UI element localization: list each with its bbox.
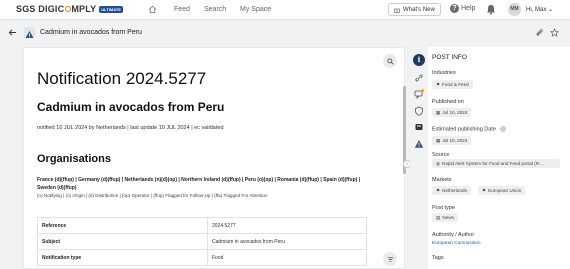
nav-search[interactable]: Search <box>204 6 226 13</box>
whats-new-label: What's New <box>403 6 435 13</box>
estimated-label: Estimated publishing Date <box>432 126 506 132</box>
help-icon: ? <box>450 4 459 13</box>
industry-chip-label: Food & Feed <box>442 82 469 87</box>
news-icon: ▤ <box>436 214 441 220</box>
estimated-date-chip: ▦ Jul 10, 2024 <box>432 136 472 145</box>
notified-line: notified 10 JUL 2024 by Netherlands | la… <box>37 125 224 131</box>
source-chip[interactable]: ◍ Rapid Alert System for Food and Feed po… <box>432 159 560 168</box>
flag-icon: ⚑ <box>436 187 441 193</box>
post-type-chip: ▤ News <box>432 213 458 222</box>
organisations-legend: (n) Notifying | (o) Origin | (d) Distrib… <box>37 193 268 198</box>
published-label: Published on <box>432 99 464 105</box>
link-icon[interactable] <box>414 73 424 83</box>
alert-type-icon <box>24 27 35 38</box>
logo-o-icon <box>64 6 71 12</box>
calendar-icon: ▦ <box>436 137 441 143</box>
tags-label: Tags <box>432 255 444 261</box>
sgs-digicomply-logo[interactable]: SGS DIGIC MPLY ULTIMATE <box>16 4 123 14</box>
table-key: Notification type <box>37 249 208 266</box>
logo-suffix: MPLY <box>71 4 97 14</box>
table-key: Reference <box>37 217 208 234</box>
back-arrow-icon[interactable] <box>8 28 17 37</box>
bell-icon[interactable] <box>486 4 496 15</box>
market-chip-label: European Union <box>488 188 522 193</box>
authority-label: Authority / Author <box>432 232 475 238</box>
nav-my-space[interactable]: My Space <box>240 6 271 13</box>
paperclip-icon[interactable] <box>535 28 544 37</box>
inbox-icon[interactable] <box>414 122 424 132</box>
table-row: Reference 2024.5277 <box>37 217 367 234</box>
chevron-right-icon: › <box>406 161 408 167</box>
nav-feed[interactable]: Feed <box>174 6 190 13</box>
market-chip-label: Netherlands <box>442 188 467 193</box>
warning-icon[interactable] <box>414 139 424 149</box>
estimated-label-text: Estimated publishing Date <box>432 126 496 133</box>
market-chip[interactable]: ⚑ European Union <box>478 186 526 195</box>
notification-content: Notification 2024.5277 Cadmium in avocad… <box>23 47 405 269</box>
filter-icon <box>387 256 393 262</box>
published-date-chip: ▦ Jul 10, 2024 <box>432 108 472 117</box>
avatar[interactable]: MM <box>508 3 521 16</box>
markets-label: Markets <box>432 177 452 183</box>
authority-value[interactable]: European Commission <box>432 241 481 246</box>
table-value: Cadmium in avocados from Peru <box>207 233 367 250</box>
top-bar: SGS DIGIC MPLY ULTIMATE Feed Search My Sp… <box>0 0 570 20</box>
tag-icon: ⚑ <box>436 81 441 87</box>
table-key: Subject <box>37 233 208 250</box>
industries-label: Industries <box>432 70 456 76</box>
page-title: Cadmium in avocados from Peru <box>40 29 142 36</box>
chevron-down-icon: ⌄ <box>548 7 554 13</box>
info-icon[interactable]: i <box>413 54 425 66</box>
shield-icon[interactable] <box>414 106 424 116</box>
user-greeting: Hi, Max <box>526 7 547 13</box>
search-in-document-button[interactable] <box>383 54 397 68</box>
side-icon-rail: i <box>410 47 428 269</box>
ultimate-badge: ULTIMATE <box>99 5 123 13</box>
help-label: Help <box>461 5 476 12</box>
star-icon[interactable] <box>550 28 559 37</box>
table-row: Subject Cadmium in avocados from Peru <box>37 233 367 250</box>
organisations-list: France (d)(ffup) | Germany (d)(ffup) | N… <box>37 177 361 191</box>
page-header: Cadmium in avocados from Peru <box>0 21 570 45</box>
post-type-label: Post type <box>432 205 455 211</box>
notification-details-table: Reference 2024.5277 Subject Cadmium in avo… <box>37 217 367 266</box>
source-value: Rapid Alert System for Food and Feed por… <box>442 161 543 166</box>
market-chip[interactable]: ⚑ Netherlands <box>432 186 471 195</box>
info-tooltip-icon[interactable] <box>499 126 506 132</box>
filter-button[interactable] <box>383 252 397 266</box>
post-info-title: POST INFO <box>432 54 467 61</box>
flag-icon: ⚑ <box>482 187 487 193</box>
post-info-panel: POST INFO Industries ⚑ Food & Feed Publis… <box>428 47 570 269</box>
post-type-value: News <box>442 215 454 220</box>
whats-new-button[interactable]: What's New <box>388 3 441 16</box>
table-value: 2024.5277 <box>207 217 367 234</box>
calendar-icon: ▦ <box>436 109 441 115</box>
industry-chip[interactable]: ⚑ Food & Feed <box>432 80 473 89</box>
table-value: Food <box>207 249 367 266</box>
home-icon[interactable] <box>148 5 157 14</box>
table-row: Notification type Food <box>37 249 367 266</box>
source-label: Source <box>432 152 450 158</box>
globe-icon: ◍ <box>436 160 441 166</box>
published-date: Jul 10, 2024 <box>442 110 468 115</box>
user-menu[interactable]: Hi, Max ⌄ <box>526 6 553 13</box>
notification-subtitle: Cadmium in avocados from Peru <box>37 100 225 114</box>
help-button[interactable]: ? Help <box>450 4 475 13</box>
gift-icon <box>394 8 400 13</box>
estimated-date: Jul 10, 2024 <box>442 138 468 143</box>
search-icon <box>386 57 394 65</box>
notification-title: Notification 2024.5277 <box>37 69 207 88</box>
organisations-heading: Organisations <box>37 153 111 165</box>
comment-icon[interactable] <box>414 89 424 99</box>
logo-prefix: SGS DIGIC <box>16 4 65 14</box>
